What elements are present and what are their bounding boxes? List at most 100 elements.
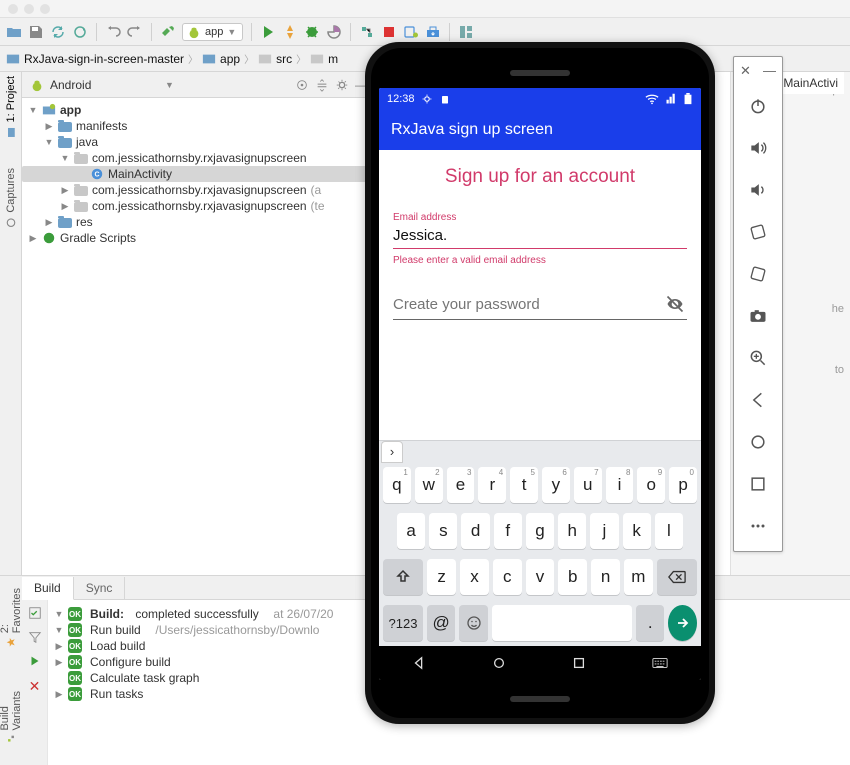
home-icon[interactable] (738, 423, 778, 461)
key-q[interactable]: q1 (383, 467, 411, 503)
soft-keyboard[interactable]: › q1w2e3r4t5y6u7i8o9p0 asdfghjkl zxcvbnm… (379, 440, 701, 646)
breadcrumb-app[interactable]: app (202, 52, 240, 66)
key-y[interactable]: y6 (542, 467, 570, 503)
tool-tab-captures[interactable]: Captures (5, 168, 17, 229)
profile-icon[interactable] (326, 24, 342, 40)
key-j[interactable]: j (590, 513, 618, 549)
project-view-selector[interactable]: Android (50, 78, 159, 92)
collapse-icon[interactable] (315, 78, 329, 92)
keyboard-expand-icon[interactable]: › (381, 441, 403, 463)
key-g[interactable]: g (526, 513, 554, 549)
traffic-light-zoom[interactable] (40, 4, 50, 14)
key-w[interactable]: w2 (415, 467, 443, 503)
backspace-key[interactable] (657, 559, 697, 595)
breadcrumb-m[interactable]: m (310, 52, 338, 66)
apply-changes-icon[interactable] (282, 24, 298, 40)
avd-manager-icon[interactable] (403, 24, 419, 40)
volume-down-icon[interactable] (738, 171, 778, 209)
checklist-icon[interactable] (28, 606, 42, 620)
close-icon[interactable]: ✕ (29, 678, 41, 695)
key-t[interactable]: t5 (510, 467, 538, 503)
chevron-down-icon[interactable]: ▼ (165, 80, 174, 90)
close-icon[interactable]: ✕ (740, 63, 751, 79)
run-config-selector[interactable]: app ▼ (182, 23, 243, 41)
stop-icon[interactable] (381, 24, 397, 40)
emoji-key[interactable] (459, 605, 488, 641)
tree-node-main-activity[interactable]: CMainActivity (22, 166, 375, 182)
run-icon[interactable] (260, 24, 276, 40)
tool-tab-favorites[interactable]: 2: Favorites (0, 586, 23, 647)
tool-tab-build-variants[interactable]: Build Variants (0, 687, 23, 743)
overview-icon[interactable] (738, 465, 778, 503)
key-z[interactable]: z (427, 559, 456, 595)
nav-back-icon[interactable] (412, 656, 426, 670)
save-all-icon[interactable] (28, 24, 44, 40)
password-input[interactable] (393, 292, 687, 320)
visibility-off-icon[interactable] (665, 294, 685, 314)
key-c[interactable]: c (493, 559, 522, 595)
breadcrumb-root[interactable]: RxJava-sign-in-screen-master (6, 52, 184, 66)
key-f[interactable]: f (494, 513, 522, 549)
key-k[interactable]: k (623, 513, 651, 549)
key-x[interactable]: x (460, 559, 489, 595)
more-icon[interactable] (738, 507, 778, 545)
key-a[interactable]: a (397, 513, 425, 549)
key-h[interactable]: h (558, 513, 586, 549)
enter-key[interactable] (668, 605, 697, 641)
layout-inspector-icon[interactable] (458, 24, 474, 40)
sdk-manager-icon[interactable] (425, 24, 441, 40)
tree-node-java[interactable]: ▼java (22, 134, 375, 150)
gear-icon[interactable] (335, 78, 349, 92)
tree-node-package[interactable]: ▼com.jessicathornsby.rxjavasignupscreen (22, 150, 375, 166)
rotate-left-icon[interactable] (738, 213, 778, 251)
tree-node-package-androidtest[interactable]: ▶com.jessicathornsby.rxjavasignupscreen … (22, 198, 375, 214)
at-key[interactable]: @ (427, 605, 456, 641)
open-icon[interactable] (6, 24, 22, 40)
sync-icon[interactable] (50, 24, 66, 40)
tree-node-manifests[interactable]: ▶manifests (22, 118, 375, 134)
nav-recent-icon[interactable] (572, 656, 586, 670)
shift-key[interactable] (383, 559, 423, 595)
back-icon[interactable] (738, 381, 778, 419)
attach-debugger-icon[interactable] (359, 24, 375, 40)
rotate-right-icon[interactable] (738, 255, 778, 293)
minimize-icon[interactable]: — (763, 63, 776, 79)
period-key[interactable]: . (636, 605, 665, 641)
keyboard-icon[interactable] (652, 657, 668, 669)
nav-home-icon[interactable] (492, 656, 506, 670)
key-n[interactable]: n (591, 559, 620, 595)
camera-icon[interactable] (738, 297, 778, 335)
symbols-key[interactable]: ?123 (383, 605, 423, 641)
traffic-light-minimize[interactable] (24, 4, 34, 14)
tab-sync[interactable]: Sync (74, 577, 126, 600)
filter-icon[interactable] (28, 630, 42, 644)
key-b[interactable]: b (558, 559, 587, 595)
key-l[interactable]: l (655, 513, 683, 549)
key-r[interactable]: r4 (478, 467, 506, 503)
breadcrumb-src[interactable]: src (258, 52, 292, 66)
space-key[interactable] (492, 605, 632, 641)
key-e[interactable]: e3 (447, 467, 475, 503)
redo-icon[interactable] (127, 24, 143, 40)
tab-build[interactable]: Build (22, 577, 74, 600)
refresh-icon[interactable] (72, 24, 88, 40)
key-s[interactable]: s (429, 513, 457, 549)
traffic-light-close[interactable] (8, 4, 18, 14)
volume-up-icon[interactable] (738, 129, 778, 167)
undo-icon[interactable] (105, 24, 121, 40)
key-d[interactable]: d (461, 513, 489, 549)
tool-tab-project[interactable]: 1: Project (5, 76, 17, 138)
tree-node-app[interactable]: ▼app (22, 102, 375, 118)
debug-icon[interactable] (304, 24, 320, 40)
rerun-icon[interactable] (28, 654, 42, 668)
key-p[interactable]: p0 (669, 467, 697, 503)
key-m[interactable]: m (624, 559, 653, 595)
email-input[interactable] (393, 223, 687, 249)
hammer-icon[interactable] (160, 24, 176, 40)
power-icon[interactable] (738, 87, 778, 125)
tree-node-res[interactable]: ▶res (22, 214, 375, 230)
key-i[interactable]: i8 (606, 467, 634, 503)
key-o[interactable]: o9 (637, 467, 665, 503)
tree-node-package-test[interactable]: ▶com.jessicathornsby.rxjavasignupscreen … (22, 182, 375, 198)
tree-node-gradle-scripts[interactable]: ▶Gradle Scripts (22, 230, 375, 246)
